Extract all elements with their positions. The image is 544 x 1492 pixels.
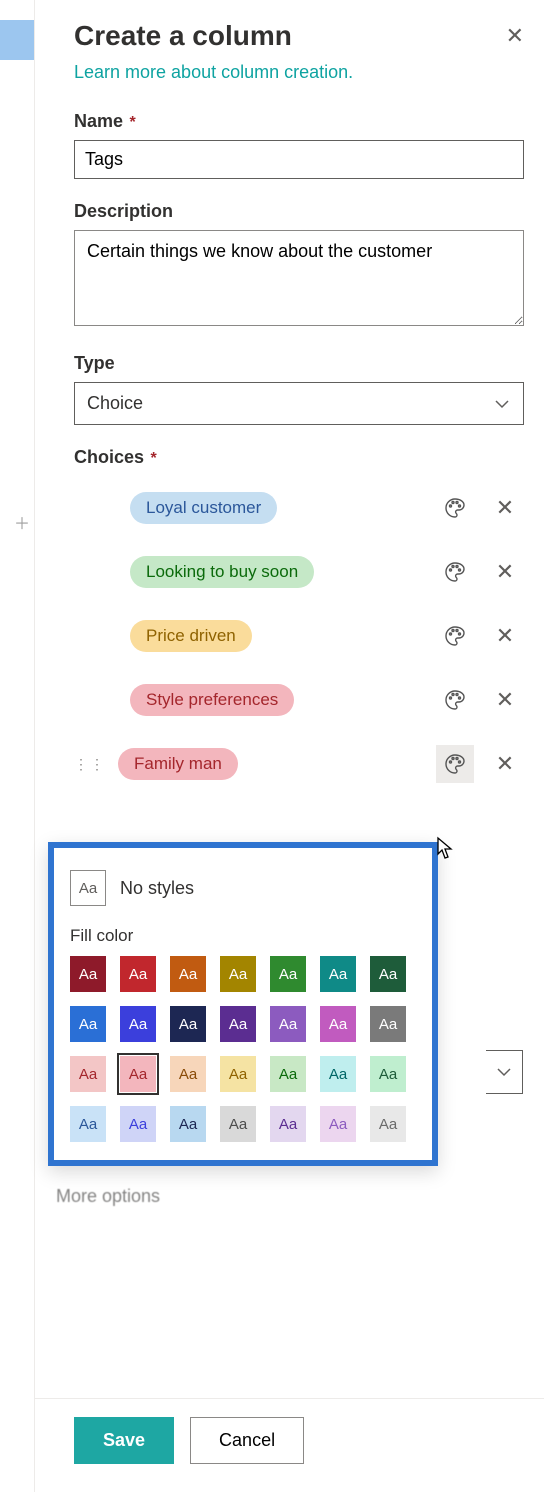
color-swatch-blue[interactable]: Aa: [70, 1006, 106, 1042]
color-swatch-grid: Aa Aa Aa Aa Aa Aa Aa Aa Aa Aa Aa Aa Aa Aa Aa Aa Aa Aa Aa Aa…: [70, 956, 416, 1142]
close-icon[interactable]: ✕: [506, 23, 524, 49]
choice-pill[interactable]: Looking to buy soon: [130, 556, 314, 588]
description-label: Description: [74, 201, 524, 222]
color-swatch-light-gray-1[interactable]: Aa: [220, 1106, 256, 1142]
fill-color-label: Fill color: [70, 926, 416, 946]
color-swatch-gold[interactable]: Aa: [220, 956, 256, 992]
description-input[interactable]: Certain things we know about the custome…: [74, 230, 524, 326]
color-swatch-light-purple[interactable]: Aa: [270, 1106, 306, 1142]
palette-icon[interactable]: [436, 681, 474, 719]
panel-footer: Save Cancel: [34, 1398, 544, 1464]
color-swatch-light-red-2[interactable]: Aa: [120, 1056, 156, 1092]
more-options-link[interactable]: More options: [56, 1186, 160, 1207]
choice-row: ⋮⋮Looking to buy soon✕: [74, 540, 524, 604]
add-row-icon[interactable]: ＋: [14, 510, 30, 534]
selected-row-highlight: [0, 20, 34, 60]
remove-choice-icon[interactable]: ✕: [486, 553, 524, 591]
color-swatch-light-orange[interactable]: Aa: [170, 1056, 206, 1092]
choice-row: ⋮⋮Price driven✕: [74, 604, 524, 668]
choices-label: Choices *: [74, 447, 524, 468]
name-label: Name *: [74, 111, 524, 132]
choice-row: ⋮⋮ Family man ✕: [74, 732, 524, 796]
color-swatch-orange[interactable]: Aa: [170, 956, 206, 992]
color-swatch-light-indigo[interactable]: Aa: [120, 1106, 156, 1142]
create-column-panel: Create a column ✕ Learn more about colum…: [34, 0, 544, 796]
color-swatch-gray[interactable]: Aa: [370, 1006, 406, 1042]
color-swatch-light-lavender[interactable]: Aa: [320, 1106, 356, 1142]
color-swatch-green[interactable]: Aa: [270, 956, 306, 992]
background-column: ＋: [0, 0, 35, 1492]
color-swatch-red[interactable]: Aa: [120, 956, 156, 992]
name-input[interactable]: [74, 140, 524, 179]
choices-label-text: Choices: [74, 447, 144, 467]
color-swatch-navy[interactable]: Aa: [170, 1006, 206, 1042]
type-select[interactable]: Choice: [74, 382, 524, 425]
type-label: Type: [74, 353, 524, 374]
choice-row: ⋮⋮Style preferences✕: [74, 668, 524, 732]
remove-choice-icon[interactable]: ✕: [486, 745, 524, 783]
remove-choice-icon[interactable]: ✕: [486, 617, 524, 655]
remove-choice-icon[interactable]: ✕: [486, 681, 524, 719]
color-swatch-light-green[interactable]: Aa: [270, 1056, 306, 1092]
choice-pill[interactable]: Style preferences: [130, 684, 294, 716]
palette-icon[interactable]: [436, 489, 474, 527]
choices-list: ⋮⋮Loyal customer✕⋮⋮Looking to buy soon✕⋮…: [74, 476, 524, 796]
color-swatch-purple[interactable]: Aa: [220, 1006, 256, 1042]
no-style-swatch: Aa: [70, 870, 106, 906]
no-styles-option[interactable]: Aa No styles: [70, 870, 416, 906]
remove-choice-icon[interactable]: ✕: [486, 489, 524, 527]
drag-handle-icon[interactable]: ⋮⋮: [74, 756, 94, 773]
color-swatch-light-gold[interactable]: Aa: [220, 1056, 256, 1092]
required-marker: *: [146, 450, 157, 467]
hidden-select-chevron[interactable]: [486, 1050, 523, 1094]
color-swatch-magenta[interactable]: Aa: [320, 1006, 356, 1042]
color-swatch-light-mint[interactable]: Aa: [370, 1056, 406, 1092]
palette-icon[interactable]: [436, 553, 474, 591]
color-swatch-dark-green[interactable]: Aa: [370, 956, 406, 992]
color-swatch-light-gray-2[interactable]: Aa: [370, 1106, 406, 1142]
color-swatch-light-red-1[interactable]: Aa: [70, 1056, 106, 1092]
color-swatch-teal[interactable]: Aa: [320, 956, 356, 992]
choice-row: ⋮⋮Loyal customer✕: [74, 476, 524, 540]
required-marker: *: [125, 114, 136, 131]
cancel-button[interactable]: Cancel: [190, 1417, 304, 1464]
learn-more-link[interactable]: Learn more about column creation.: [74, 62, 353, 83]
panel-title: Create a column: [74, 20, 292, 52]
color-swatch-lavender[interactable]: Aa: [270, 1006, 306, 1042]
color-swatch-light-teal[interactable]: Aa: [320, 1056, 356, 1092]
choice-pill[interactable]: Price driven: [130, 620, 252, 652]
choice-pill[interactable]: Family man: [118, 748, 238, 780]
save-button[interactable]: Save: [74, 1417, 174, 1464]
color-swatch-light-blue-2[interactable]: Aa: [170, 1106, 206, 1142]
palette-icon[interactable]: [436, 617, 474, 655]
palette-icon[interactable]: [436, 745, 474, 783]
no-styles-label: No styles: [120, 878, 194, 899]
color-swatch-dark-red[interactable]: Aa: [70, 956, 106, 992]
color-picker-popup: Aa No styles Fill color AaAaAaAaAaAaAaAa…: [48, 842, 438, 1166]
chevron-down-icon: [495, 396, 509, 412]
choice-pill[interactable]: Loyal customer: [130, 492, 277, 524]
color-swatch-indigo[interactable]: Aa: [120, 1006, 156, 1042]
color-swatch-light-blue-1[interactable]: Aa: [70, 1106, 106, 1142]
type-select-value: Choice: [87, 393, 143, 413]
name-label-text: Name: [74, 111, 123, 131]
